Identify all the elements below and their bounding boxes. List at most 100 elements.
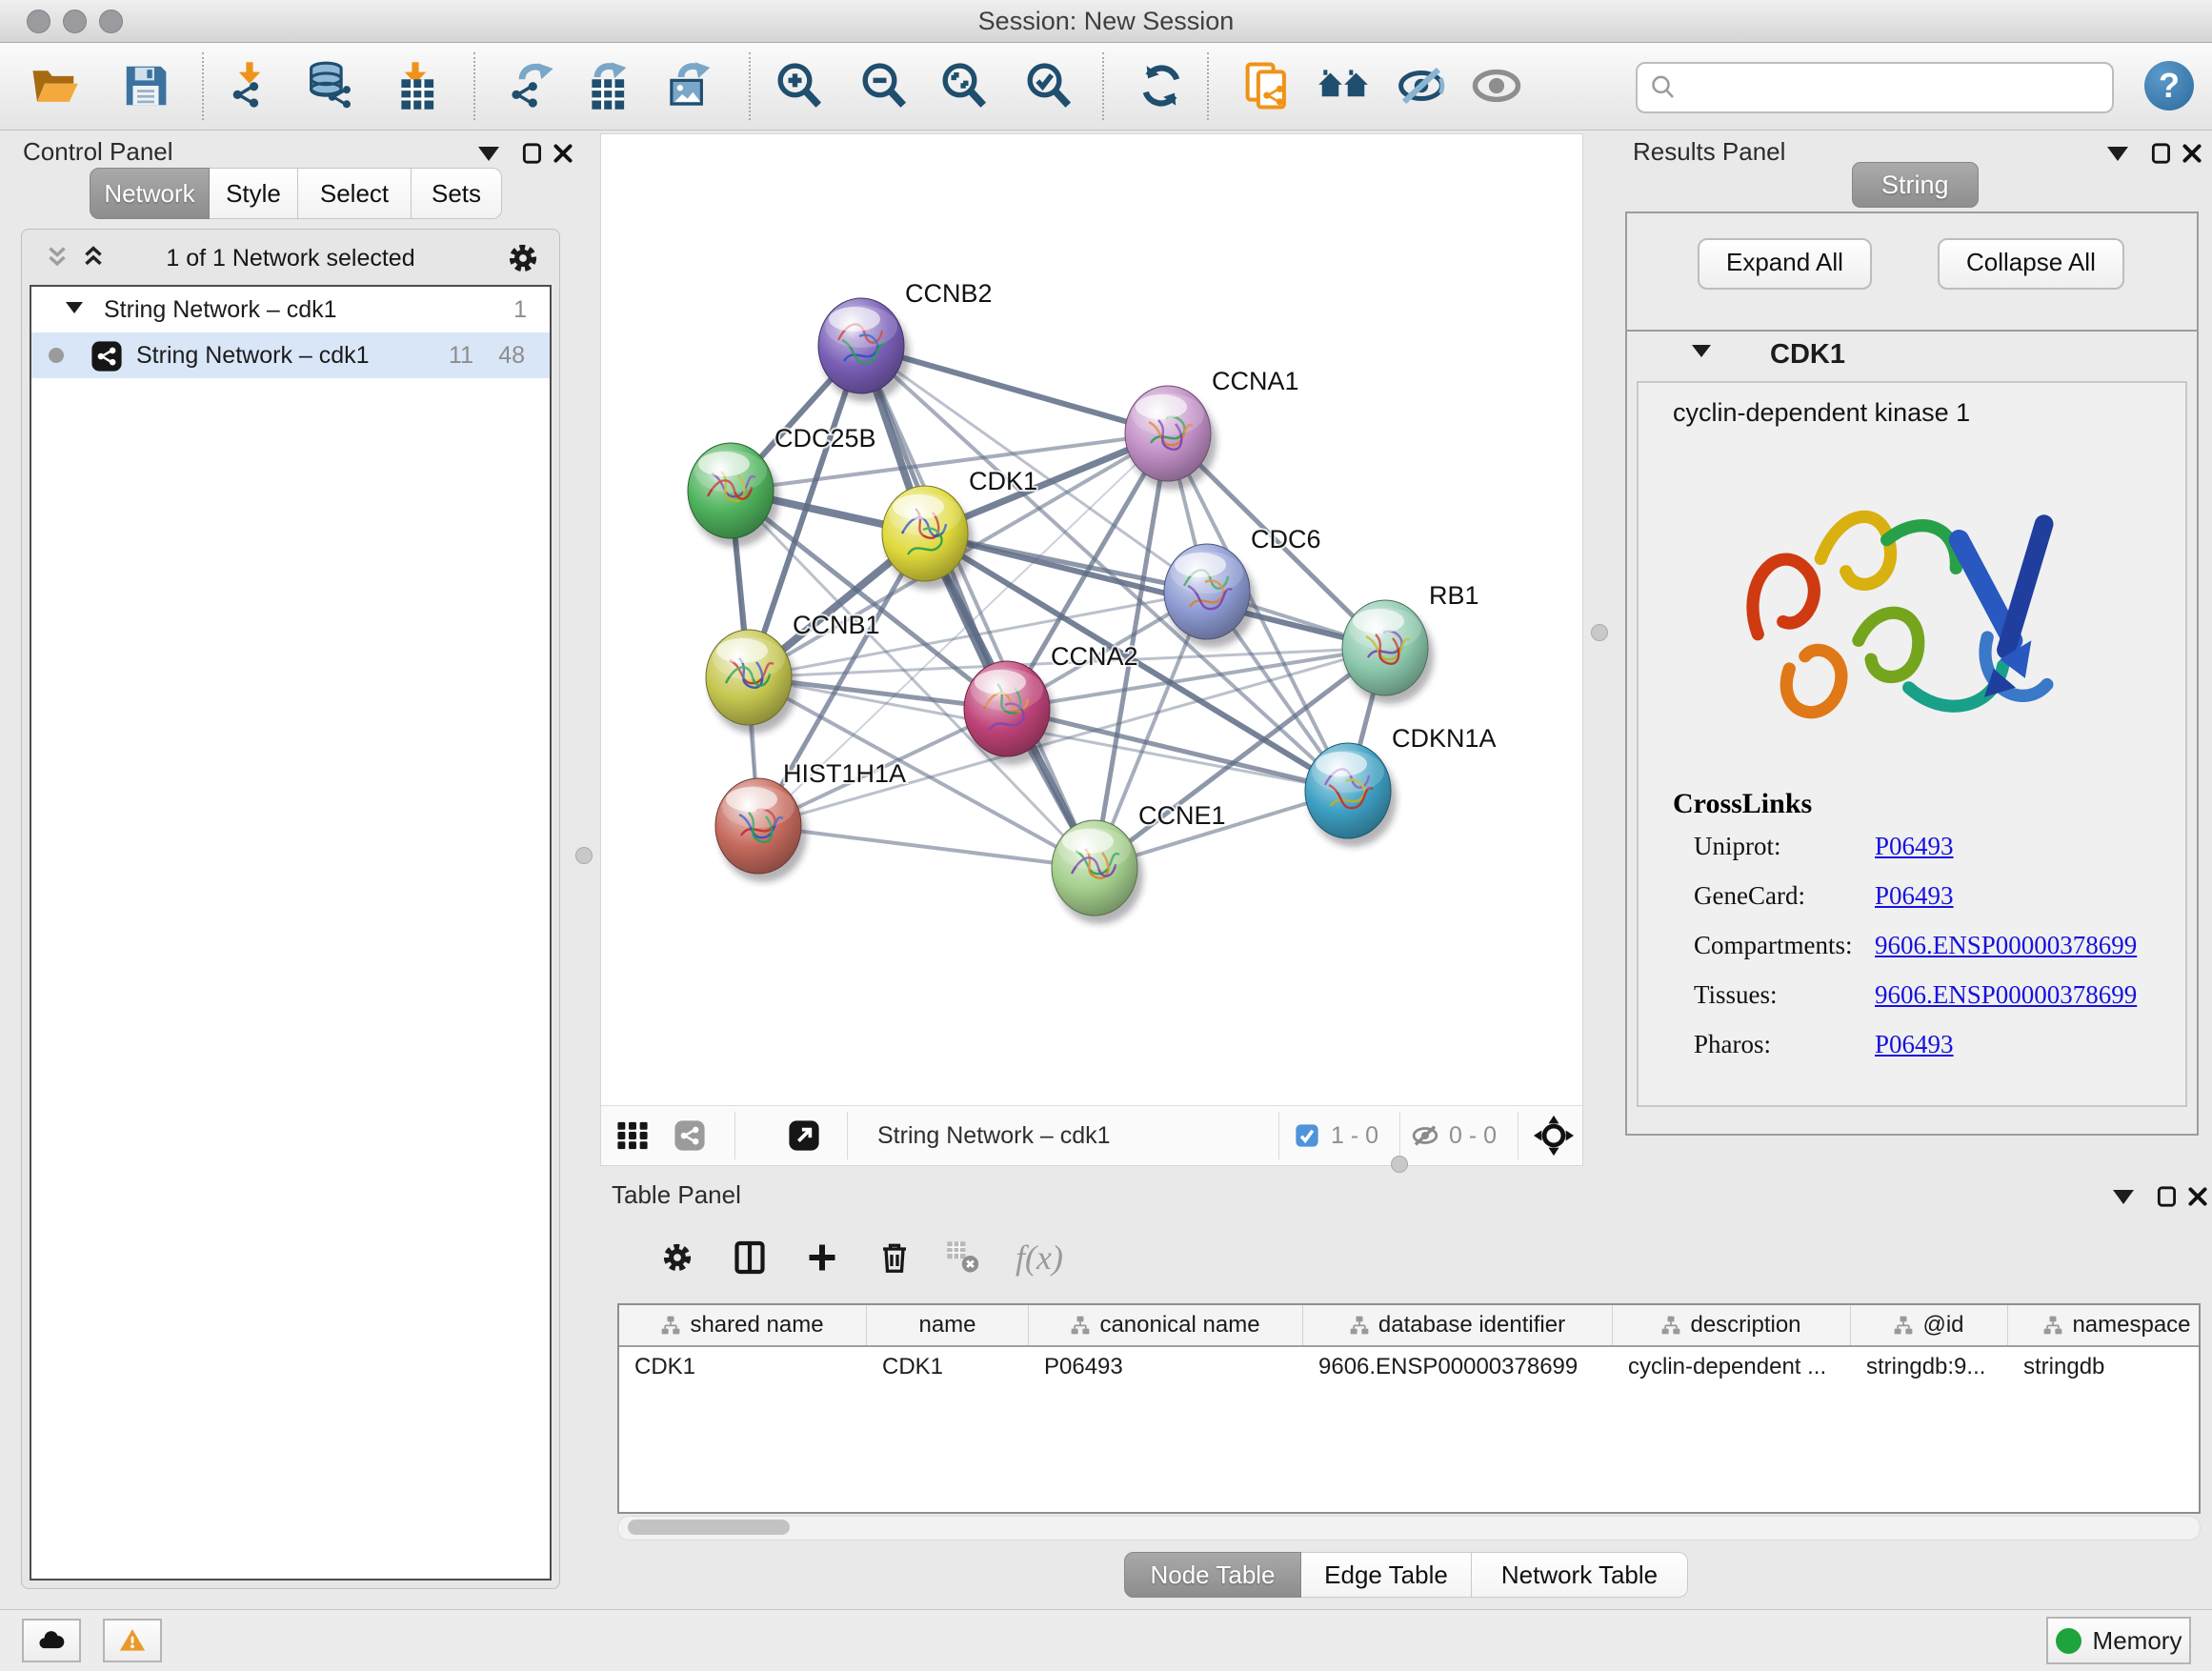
warnings-button[interactable]: [103, 1619, 162, 1662]
tab-select[interactable]: Select: [298, 168, 412, 219]
tab-style[interactable]: Style: [210, 168, 298, 219]
panel-close-button[interactable]: [2183, 1182, 2212, 1211]
column-header-namespace[interactable]: namespace: [2008, 1305, 2201, 1345]
cloud-status-button[interactable]: [22, 1619, 81, 1662]
panel-float-button[interactable]: [2147, 139, 2176, 168]
export-image-button[interactable]: [661, 57, 718, 114]
refresh-view-button[interactable]: [1133, 57, 1190, 114]
open-in-window-button[interactable]: [788, 1119, 820, 1152]
show-all-button[interactable]: [1468, 57, 1525, 114]
column-header--id[interactable]: @id: [1851, 1305, 2008, 1345]
network-node-CDC6[interactable]: CDC6: [1164, 525, 1321, 648]
zoom-in-button[interactable]: [771, 57, 828, 114]
panel-menu-button[interactable]: [2109, 1182, 2138, 1211]
panel-float-button[interactable]: [2153, 1182, 2182, 1211]
crosslink-label: Tissues:: [1694, 980, 1778, 1010]
collapse-all-button[interactable]: Collapse All: [1938, 238, 2124, 290]
search-box: [1636, 62, 2114, 113]
export-network-button[interactable]: [502, 57, 559, 114]
import-network-file-button[interactable]: [221, 57, 278, 114]
tab-node-table[interactable]: Node Table: [1124, 1552, 1301, 1598]
horizontal-scrollbar[interactable]: [617, 1516, 2201, 1540]
table-settings-button[interactable]: [650, 1230, 705, 1285]
table-row[interactable]: CDK1CDK1P064939606.ENSP00000378699cyclin…: [619, 1347, 2199, 1387]
network-node-CDKN1A[interactable]: CDKN1A: [1305, 724, 1497, 847]
show-columns-button[interactable]: [722, 1230, 777, 1285]
tab-edge-table[interactable]: Edge Table: [1301, 1552, 1472, 1598]
tab-network[interactable]: Network: [90, 168, 210, 219]
zoom-out-button[interactable]: [855, 57, 913, 114]
gear-icon[interactable]: [506, 241, 540, 275]
help-button[interactable]: ?: [2144, 61, 2194, 111]
selected-checkbox[interactable]: [1294, 1122, 1320, 1149]
zoom-fit-button[interactable]: [935, 57, 993, 114]
crosslink-value-link[interactable]: P06493: [1875, 881, 1954, 911]
network-node-RB1[interactable]: RB1: [1342, 581, 1479, 704]
network-collection-row[interactable]: String Network – cdk1 1: [31, 287, 550, 332]
save-icon: [120, 60, 171, 111]
column-header-database-identifier[interactable]: database identifier: [1303, 1305, 1613, 1345]
panel-float-button[interactable]: [518, 139, 547, 168]
copy-documents-icon: [1242, 60, 1294, 111]
crosslink-value-link[interactable]: 9606.ENSP00000378699: [1875, 931, 2137, 960]
toolbar-separator: [749, 52, 751, 120]
network-view: CCNB2CCNA1CDC25BCDK1CDC6RB1CCNB1CCNA2CDK…: [600, 133, 1583, 1166]
save-session-button[interactable]: [117, 57, 174, 114]
crosslink-value-link[interactable]: P06493: [1875, 832, 1954, 861]
left-splitter-handle[interactable]: [575, 847, 593, 864]
clone-network-button[interactable]: [1239, 57, 1297, 114]
crosslink-row: GeneCard:P06493: [1673, 870, 2185, 919]
tab-sets[interactable]: Sets: [412, 168, 502, 219]
import-table-button[interactable]: [387, 57, 444, 114]
crosslink-value-link[interactable]: 9606.ENSP00000378699: [1875, 980, 2137, 1010]
scrollbar-thumb[interactable]: [628, 1520, 790, 1535]
panel-menu-button[interactable]: [474, 139, 503, 168]
crosslink-value-link[interactable]: P06493: [1875, 1030, 1954, 1059]
network-canvas[interactable]: CCNB2CCNA1CDC25BCDK1CDC6RB1CCNB1CCNA2CDK…: [601, 134, 1582, 1104]
collapse-gene-icon[interactable]: [1692, 345, 1711, 357]
open-session-button[interactable]: [26, 57, 83, 114]
close-window-button[interactable]: [27, 10, 50, 33]
zoom-in-icon: [774, 60, 825, 111]
memory-button[interactable]: Memory: [2046, 1617, 2191, 1664]
panel-menu-button[interactable]: [2103, 139, 2132, 168]
bottom-splitter-handle[interactable]: [1391, 1156, 1408, 1173]
network-node-HIST1H1A[interactable]: HIST1H1A: [715, 759, 906, 882]
network-node-CCNA1[interactable]: CCNA1: [1125, 367, 1299, 490]
tree-expander-icon[interactable]: [66, 302, 83, 313]
expand-all-button[interactable]: Expand All: [1698, 238, 1872, 290]
zoom-window-button[interactable]: [99, 10, 123, 33]
import-network-icon: [224, 60, 275, 111]
memory-label: Memory: [2093, 1626, 2182, 1656]
tab-string[interactable]: String: [1852, 162, 1979, 208]
search-input[interactable]: [1687, 68, 2104, 106]
birdseye-view-button[interactable]: [1533, 1115, 1575, 1157]
column-header-name[interactable]: name: [867, 1305, 1029, 1345]
hide-selected-button[interactable]: [1393, 57, 1450, 114]
chevron-down-icon: [2107, 147, 2128, 161]
network-node-CCNE1[interactable]: CCNE1: [1052, 801, 1226, 924]
right-splitter-handle[interactable]: [1591, 624, 1608, 641]
table-cell: CDK1: [867, 1347, 1029, 1387]
column-header-description[interactable]: description: [1613, 1305, 1851, 1345]
export-table-button[interactable]: [577, 57, 634, 114]
panel-close-button[interactable]: [549, 139, 577, 168]
delete-column-button[interactable]: [867, 1230, 922, 1285]
network-row-selected[interactable]: String Network – cdk1 11 48: [31, 332, 550, 378]
delete-table-button: [935, 1230, 991, 1285]
network-overview-button[interactable]: [1315, 57, 1372, 114]
panel-close-button[interactable]: [2178, 139, 2206, 168]
import-network-database-button[interactable]: [303, 57, 360, 114]
column-header-shared-name[interactable]: shared name: [619, 1305, 867, 1345]
node-label-CCNA2: CCNA2: [1051, 642, 1138, 671]
zoom-selected-button[interactable]: [1020, 57, 1077, 114]
column-header-canonical-name[interactable]: canonical name: [1029, 1305, 1303, 1345]
edge-count: 48: [498, 342, 525, 370]
table-cell: P06493: [1029, 1347, 1303, 1387]
network-label: String Network – cdk1: [136, 342, 370, 370]
add-column-button[interactable]: [794, 1230, 850, 1285]
memory-ok-icon: [2056, 1628, 2081, 1654]
tab-network-table[interactable]: Network Table: [1472, 1552, 1688, 1598]
grid-view-button[interactable]: [616, 1119, 649, 1152]
minimize-window-button[interactable]: [63, 10, 87, 33]
